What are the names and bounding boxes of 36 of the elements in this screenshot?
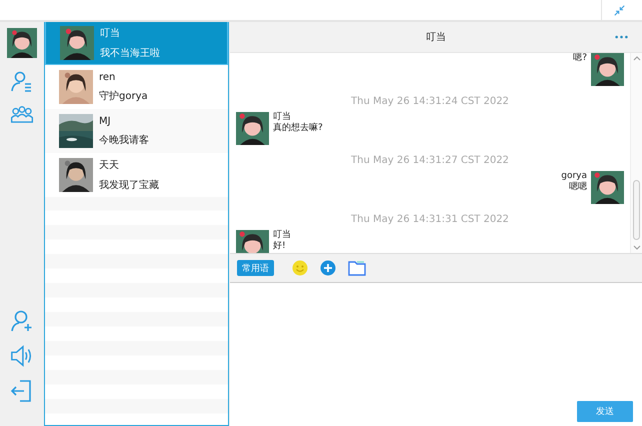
add-icon[interactable] bbox=[320, 260, 336, 276]
last-message: 守护gorya bbox=[99, 90, 148, 102]
contact-name: 叮当 bbox=[100, 26, 121, 40]
sender-name: 叮当 bbox=[273, 112, 292, 122]
more-icon[interactable] bbox=[615, 35, 628, 39]
scroll-down-icon[interactable] bbox=[632, 245, 640, 250]
contact-item[interactable]: 叮当 我不当海王啦 bbox=[45, 22, 228, 65]
timestamp: Thu May 26 14:31:27 CST 2022 bbox=[350, 154, 510, 168]
last-message: 我发现了宝藏 bbox=[99, 178, 159, 192]
message-text: 嗯嗯 bbox=[569, 182, 587, 193]
sender-name: gorya bbox=[561, 171, 587, 182]
phrases-button[interactable]: 常用语 bbox=[237, 260, 274, 276]
scrollbar[interactable] bbox=[630, 53, 642, 253]
shrink-icon[interactable] bbox=[614, 4, 625, 16]
last-message: 我不当海王啦 bbox=[100, 46, 160, 60]
last-message: 今晚我请客 bbox=[99, 134, 149, 146]
scroll-up-icon[interactable] bbox=[632, 56, 640, 61]
timestamp: Thu May 26 14:31:24 CST 2022 bbox=[350, 95, 510, 109]
timestamp: Thu May 26 14:31:31 CST 2022 bbox=[350, 213, 510, 227]
send-button[interactable]: 发送 bbox=[577, 401, 633, 422]
contact-name: 天天 bbox=[99, 159, 120, 172]
speaker-icon[interactable] bbox=[10, 344, 34, 368]
sender-name: 叮当 bbox=[273, 230, 291, 241]
contacts-icon[interactable] bbox=[10, 70, 34, 94]
message-text: 嗯? bbox=[573, 53, 587, 64]
scroll-thumb[interactable] bbox=[633, 180, 640, 240]
group-icon[interactable] bbox=[10, 105, 34, 123]
chat-title: 叮当 bbox=[426, 30, 446, 44]
contact-name: ren bbox=[99, 72, 116, 82]
contact-name: MJ bbox=[99, 116, 112, 126]
folder-icon[interactable] bbox=[348, 260, 366, 276]
message-text: 好! bbox=[273, 241, 287, 252]
message-text: 真的想去嘛? bbox=[273, 123, 323, 134]
smiley-icon[interactable] bbox=[292, 260, 308, 276]
logout-icon[interactable] bbox=[10, 379, 34, 403]
add-user-icon[interactable] bbox=[10, 309, 34, 333]
